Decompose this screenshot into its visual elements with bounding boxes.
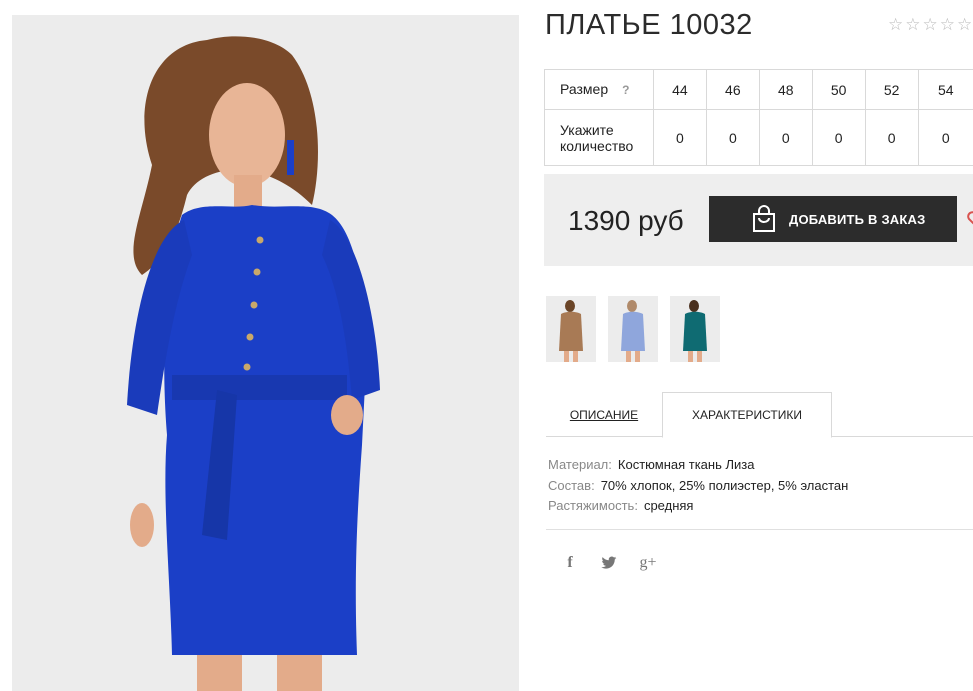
divider: [546, 529, 973, 530]
star-icon[interactable]: ☆: [957, 16, 972, 33]
tab-characteristics[interactable]: ХАРАКТЕРИСТИКИ: [662, 392, 832, 438]
characteristic-value: 70% хлопок, 25% полиэстер, 5% эластан: [600, 477, 849, 493]
product-main-photo: [12, 15, 519, 691]
characteristic-row: Растяжимость: средняя: [548, 496, 848, 517]
quantity-input-44[interactable]: 0: [652, 109, 707, 166]
quantity-input-50[interactable]: 0: [811, 109, 866, 166]
size-54: 54: [917, 69, 973, 110]
size-table: Размер? 44 46 48 50 52 54 Укажите количе…: [544, 69, 973, 166]
characteristic-key: Растяжимость:: [548, 498, 638, 513]
social-share: f g+: [560, 553, 658, 573]
characteristics-list: Материал: Костюмная ткань Лиза Состав: 70%…: [548, 455, 848, 517]
add-to-order-button[interactable]: ДОБАВИТЬ В ЗАКАЗ: [709, 196, 957, 242]
star-icon[interactable]: ☆: [923, 16, 938, 33]
thumbnail-teal[interactable]: [670, 296, 720, 362]
quantity-input-54[interactable]: 0: [917, 109, 973, 166]
thumbnail-light-blue[interactable]: [608, 296, 658, 362]
quantity-input-48[interactable]: 0: [758, 109, 813, 166]
thumbnail-beige[interactable]: [546, 296, 596, 362]
size-44: 44: [652, 69, 707, 110]
characteristic-key: Состав:: [548, 477, 595, 493]
star-icon[interactable]: ☆: [940, 16, 955, 33]
star-icon[interactable]: ☆: [905, 16, 920, 33]
characteristic-value: средняя: [643, 498, 694, 513]
heart-icon[interactable]: [967, 210, 973, 228]
product-title: ПЛАТЬЕ 10032: [545, 9, 753, 41]
size-48: 48: [758, 69, 813, 110]
add-to-order-label: ДОБАВИТЬ В ЗАКАЗ: [789, 211, 926, 227]
size-52: 52: [864, 69, 919, 110]
size-header: Размер?: [544, 69, 654, 110]
quantity-input-52[interactable]: 0: [864, 109, 919, 166]
quantity-label: Укажите количество: [544, 109, 654, 166]
facebook-glyph: f: [567, 554, 573, 571]
google-plus-glyph: g+: [639, 554, 657, 571]
google-plus-icon[interactable]: g+: [638, 553, 658, 573]
size-help-icon[interactable]: ?: [622, 83, 629, 97]
size-label: Размер: [560, 81, 609, 97]
size-46: 46: [705, 69, 760, 110]
price: 1390 руб: [568, 205, 684, 236]
shopping-bag-icon: [753, 205, 775, 232]
facebook-icon[interactable]: f: [560, 553, 580, 573]
characteristic-value: Костюмная ткань Лиза: [617, 457, 755, 472]
rating-stars[interactable]: ☆ ☆ ☆ ☆ ☆: [888, 16, 972, 33]
star-icon[interactable]: ☆: [888, 16, 903, 33]
tab-description[interactable]: ОПИСАНИЕ: [546, 392, 662, 437]
size-50: 50: [811, 69, 866, 110]
color-thumbnails: [546, 296, 720, 362]
characteristic-row: Состав: 70% хлопок, 25% полиэстер, 5% эла…: [548, 476, 848, 497]
price-box: 1390 руб ДОБАВИТЬ В ЗАКАЗ: [544, 174, 973, 266]
twitter-icon[interactable]: [599, 553, 619, 573]
characteristic-key: Материал:: [548, 457, 612, 472]
quantity-input-46[interactable]: 0: [705, 109, 760, 166]
characteristic-row: Материал: Костюмная ткань Лиза: [548, 455, 848, 476]
product-tabs: ОПИСАНИЕ ХАРАКТЕРИСТИКИ: [546, 392, 973, 438]
